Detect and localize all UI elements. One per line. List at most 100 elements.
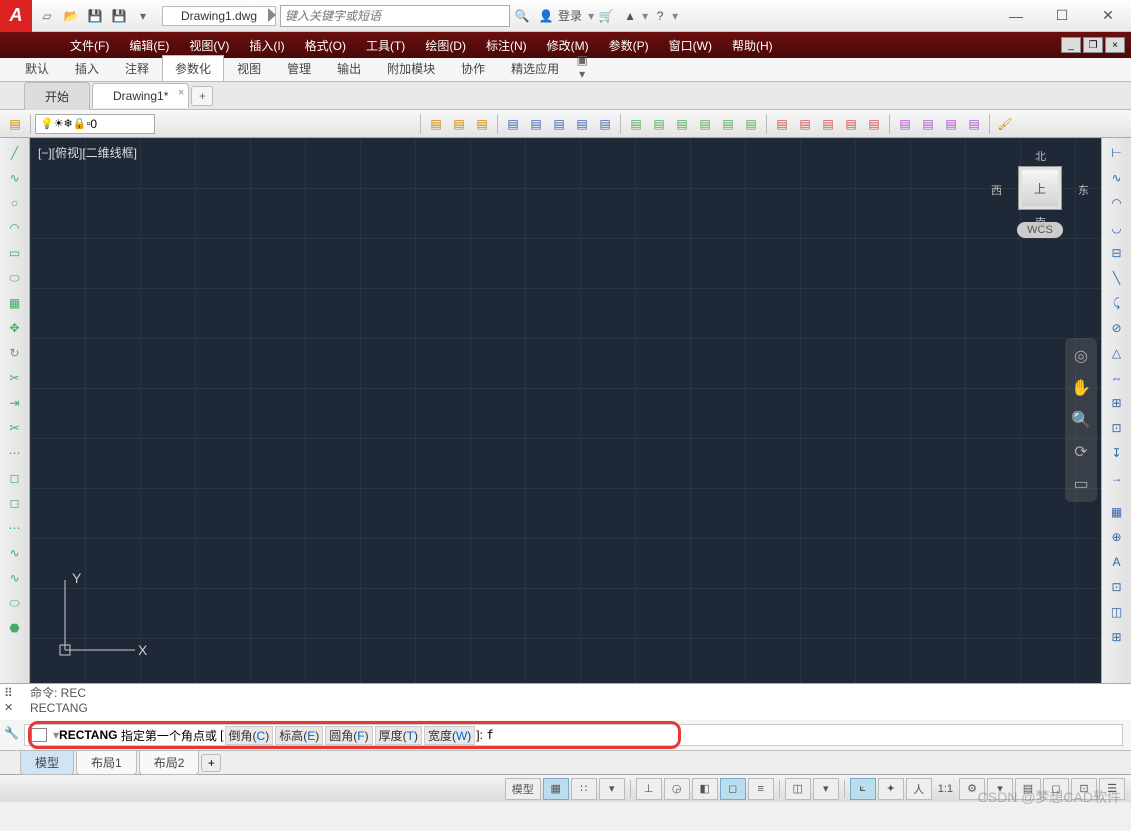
menu-format[interactable]: 格式(O): [295, 33, 356, 58]
tb-icon[interactable]: ▤: [694, 113, 716, 135]
move-icon[interactable]: ✥: [3, 317, 27, 339]
cmd-option-elevation[interactable]: 标高(E): [275, 726, 323, 745]
osnap-toggle[interactable]: ◻: [720, 778, 746, 800]
maximize-button[interactable]: ☐: [1039, 1, 1085, 31]
tool-icon[interactable]: △: [1105, 342, 1129, 364]
tool-icon[interactable]: ⊘: [1105, 317, 1129, 339]
sb-icon[interactable]: ▤: [1015, 778, 1041, 800]
tab-default[interactable]: 默认: [12, 55, 62, 81]
command-input[interactable]: [486, 728, 526, 742]
brush-icon[interactable]: 🖌: [994, 113, 1016, 135]
tool-icon[interactable]: ⊢: [1105, 142, 1129, 164]
polyline-icon[interactable]: ∿: [3, 167, 27, 189]
grip-icon[interactable]: ⠿: [4, 686, 22, 701]
search-input[interactable]: [280, 5, 510, 27]
qat-dropdown-icon[interactable]: ▾: [132, 5, 154, 27]
tool-icon[interactable]: ⊟: [1105, 242, 1129, 264]
snap-toggle[interactable]: ∷: [571, 778, 597, 800]
menu-file[interactable]: 文件(F): [60, 33, 119, 58]
close-button[interactable]: ✕: [1085, 1, 1131, 31]
tool-icon[interactable]: ⤹: [1105, 292, 1129, 314]
dropdown-icon[interactable]: ▾: [599, 778, 625, 800]
tab-close-icon[interactable]: ×: [178, 87, 184, 99]
ortho-toggle[interactable]: ⊥: [636, 778, 662, 800]
viewcube-top[interactable]: 上: [1018, 166, 1062, 210]
saveas-icon[interactable]: 💾: [108, 5, 130, 27]
tb-icon[interactable]: ▤: [471, 113, 493, 135]
menu-insert[interactable]: 插入(I): [239, 33, 294, 58]
sb-icon[interactable]: ⟀: [850, 778, 876, 800]
binoculars-icon[interactable]: 🔍: [510, 4, 534, 28]
tb-icon[interactable]: ▤: [502, 113, 524, 135]
gear-icon[interactable]: ⚙: [959, 778, 985, 800]
pan-icon[interactable]: ✋: [1069, 376, 1093, 400]
iso-toggle[interactable]: ◧: [692, 778, 718, 800]
layout-tab-2[interactable]: 布局2: [139, 751, 200, 775]
tb-icon[interactable]: ▤: [525, 113, 547, 135]
tb-icon[interactable]: ▤: [917, 113, 939, 135]
tool-icon[interactable]: →: [1105, 467, 1129, 489]
tb-icon[interactable]: ▤: [571, 113, 593, 135]
open-icon[interactable]: 📂: [60, 5, 82, 27]
tab-annotate[interactable]: 注释: [112, 55, 162, 81]
tool-icon[interactable]: ∿: [3, 567, 27, 589]
drawing-canvas[interactable]: document.write(Array.from({length:20},(_…: [30, 138, 1101, 683]
cmd-option-fillet[interactable]: 圆角(F): [325, 726, 372, 745]
tool-icon[interactable]: ⇔: [1105, 367, 1129, 389]
tool-icon[interactable]: ⊡: [1105, 417, 1129, 439]
dropdown-icon[interactable]: ▾: [813, 778, 839, 800]
cmd-option-thickness[interactable]: 厚度(T): [375, 726, 422, 745]
ribbon-expand-icon[interactable]: ▣ ▾: [572, 53, 592, 81]
menu-help[interactable]: 帮助(H): [722, 33, 783, 58]
polar-toggle[interactable]: ◶: [664, 778, 690, 800]
spline-icon[interactable]: ∿: [3, 542, 27, 564]
mdi-close[interactable]: ×: [1105, 37, 1125, 53]
tool-icon[interactable]: ∿: [1105, 167, 1129, 189]
tab-insert[interactable]: 插入: [62, 55, 112, 81]
layer-selector[interactable]: 💡☀❄🔒▫ 0: [35, 114, 155, 134]
tab-featured[interactable]: 精选应用: [498, 55, 572, 81]
tool-icon[interactable]: ◡: [1105, 217, 1129, 239]
tool-icon[interactable]: ⊞: [1105, 626, 1129, 648]
add-layout-button[interactable]: +: [201, 754, 221, 772]
layer-props-icon[interactable]: ▤: [4, 113, 26, 135]
save-icon[interactable]: 💾: [84, 5, 106, 27]
close-icon[interactable]: ✕: [4, 701, 22, 716]
tab-output[interactable]: 输出: [324, 55, 374, 81]
tb-icon[interactable]: ▤: [817, 113, 839, 135]
menu-draw[interactable]: 绘图(D): [415, 33, 476, 58]
ellipse-icon[interactable]: ⬭: [3, 267, 27, 289]
add-tab-button[interactable]: +: [191, 86, 213, 106]
view-cube[interactable]: 北 西 东 上 南 WCS: [995, 148, 1085, 238]
scale-label[interactable]: 1:1: [934, 783, 957, 795]
tb-icon[interactable]: ▤: [648, 113, 670, 135]
circle-icon[interactable]: ○: [3, 192, 27, 214]
grid-toggle[interactable]: ▦: [543, 778, 569, 800]
tb-icon[interactable]: ▤: [594, 113, 616, 135]
tool-icon[interactable]: A: [1105, 551, 1129, 573]
tb-icon[interactable]: ▤: [840, 113, 862, 135]
transparency-toggle[interactable]: ◫: [785, 778, 811, 800]
command-line[interactable]: ▾ RECTANG 指定第一个角点或 [ 倒角(C) 标高(E) 圆角(F) 厚…: [24, 724, 1123, 746]
model-space-button[interactable]: 模型: [505, 778, 541, 800]
tb-icon[interactable]: ▤: [625, 113, 647, 135]
tb-icon[interactable]: ▤: [448, 113, 470, 135]
tb-icon[interactable]: ▤: [548, 113, 570, 135]
tool-icon[interactable]: ◻: [3, 492, 27, 514]
tool-icon[interactable]: ⬭: [3, 592, 27, 614]
tool-icon[interactable]: ╲: [1105, 267, 1129, 289]
tb-icon[interactable]: ▤: [425, 113, 447, 135]
minimize-button[interactable]: —: [993, 1, 1039, 31]
tb-icon[interactable]: ▤: [671, 113, 693, 135]
tool-icon[interactable]: ⊞: [1105, 392, 1129, 414]
tool-icon[interactable]: ↧: [1105, 442, 1129, 464]
app-logo[interactable]: A: [0, 0, 32, 32]
tb-icon[interactable]: ▤: [740, 113, 762, 135]
sb-icon[interactable]: ⊡: [1071, 778, 1097, 800]
menu-dimension[interactable]: 标注(N): [476, 33, 537, 58]
tb-icon[interactable]: ▤: [894, 113, 916, 135]
tab-addons[interactable]: 附加模块: [374, 55, 448, 81]
trim-icon[interactable]: ✂: [3, 367, 27, 389]
tool-icon[interactable]: ⊡: [1105, 576, 1129, 598]
tool-icon[interactable]: ⊕: [1105, 526, 1129, 548]
